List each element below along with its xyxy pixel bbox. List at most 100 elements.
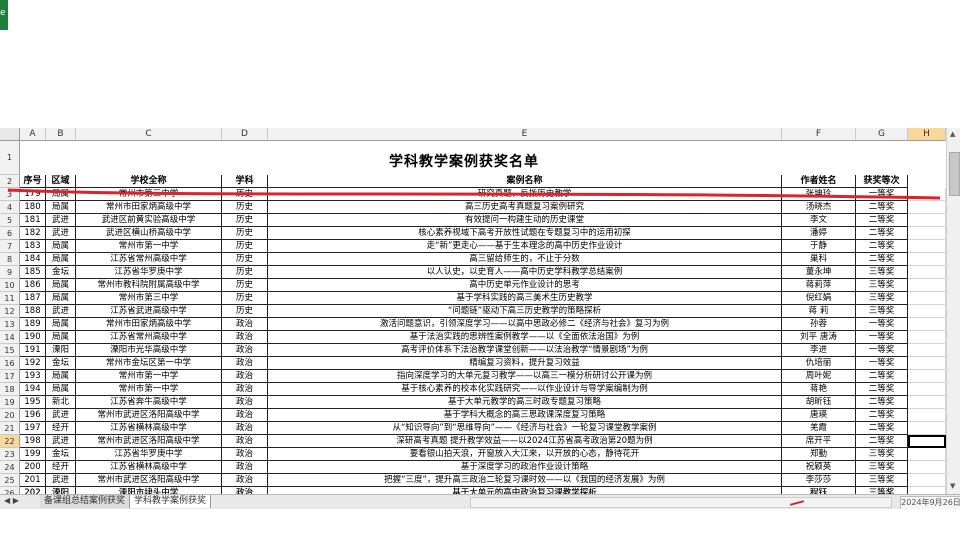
table-cell[interactable]: 193 <box>20 370 46 383</box>
table-cell[interactable]: 巢科 <box>782 253 856 266</box>
empty-cell[interactable] <box>908 227 946 240</box>
table-cell[interactable]: 三等奖 <box>856 305 908 318</box>
table-cell[interactable]: 二等奖 <box>856 214 908 227</box>
row-header[interactable]: 13 <box>0 318 20 331</box>
table-cell[interactable]: 一等奖 <box>856 331 908 344</box>
table-cell[interactable]: 二等奖 <box>856 253 908 266</box>
table-cell[interactable]: “问题链”驱动下高三历史教学的策略探析 <box>268 305 782 318</box>
table-cell[interactable]: 政治 <box>222 370 268 383</box>
row-header[interactable]: 7 <box>0 240 20 253</box>
column-title-cell[interactable]: 学科 <box>222 175 268 188</box>
vertical-scrollbar[interactable]: ▲ ▼ <box>946 128 960 494</box>
table-cell[interactable]: 李进 <box>782 344 856 357</box>
table-cell[interactable]: 191 <box>20 344 46 357</box>
table-cell[interactable]: 仇培丽 <box>782 357 856 370</box>
table-cell[interactable]: 二等奖 <box>856 240 908 253</box>
table-cell[interactable]: 基于学科实践的高三美术生历史教学 <box>268 292 782 305</box>
table-cell[interactable]: 董永坤 <box>782 266 856 279</box>
empty-cell[interactable] <box>908 318 946 331</box>
table-cell[interactable]: 政治 <box>222 344 268 357</box>
table-cell[interactable]: 184 <box>20 253 46 266</box>
table-cell[interactable]: 江苏省华罗庚中学 <box>76 266 222 279</box>
table-cell[interactable]: 197 <box>20 422 46 435</box>
table-cell[interactable]: 金坛 <box>46 448 76 461</box>
table-cell[interactable]: 183 <box>20 240 46 253</box>
row-header[interactable]: 3 <box>0 188 20 201</box>
row-header[interactable]: 23 <box>0 448 20 461</box>
table-cell[interactable]: 192 <box>20 357 46 370</box>
table-cell[interactable]: 研究真题，反拨历史教学 <box>268 188 782 201</box>
table-cell[interactable]: 189 <box>20 318 46 331</box>
table-cell[interactable]: 一等奖 <box>856 344 908 357</box>
table-cell[interactable]: 常州市田家炳高级中学 <box>76 318 222 331</box>
table-cell[interactable]: 江苏省武进高级中学 <box>76 305 222 318</box>
table-cell[interactable]: 187 <box>20 292 46 305</box>
table-cell[interactable]: 江苏省常州高级中学 <box>76 331 222 344</box>
table-cell[interactable]: 蒋艳 <box>782 383 856 396</box>
table-cell[interactable]: 历史 <box>222 188 268 201</box>
table-cell[interactable]: 金坛 <box>46 266 76 279</box>
table-cell[interactable]: 蒋莉萍 <box>782 279 856 292</box>
table-cell[interactable]: 武进 <box>46 409 76 422</box>
table-cell[interactable]: 基于深度学习的政治作业设计策略 <box>268 461 782 474</box>
table-cell[interactable]: 局属 <box>46 240 76 253</box>
table-cell[interactable]: 有效提问一构建生动的历史课堂 <box>268 214 782 227</box>
tab-sheet-2[interactable]: 学科教学案例获奖 <box>130 495 212 508</box>
column-title-cell[interactable]: 作者姓名 <box>782 175 856 188</box>
table-cell[interactable]: 羌霞 <box>782 422 856 435</box>
table-cell[interactable]: 溧阳市埭头中学 <box>76 487 222 494</box>
table-cell[interactable]: 常州市第一中学 <box>76 370 222 383</box>
empty-cell[interactable] <box>908 266 946 279</box>
table-cell[interactable]: 194 <box>20 383 46 396</box>
table-cell[interactable]: 局属 <box>46 201 76 214</box>
table-cell[interactable]: 政治 <box>222 331 268 344</box>
table-cell[interactable]: 李莎莎 <box>782 474 856 487</box>
table-cell[interactable]: 深研高考真题 提升教学效益——以2024江苏省高考政治第20题为例 <box>268 435 782 448</box>
table-cell[interactable]: 三等奖 <box>856 474 908 487</box>
table-cell[interactable]: 高三历史高考真题复习案例研究 <box>268 201 782 214</box>
row-header[interactable]: 6 <box>0 227 20 240</box>
table-cell[interactable]: 唐瑛 <box>782 409 856 422</box>
table-cell[interactable]: 181 <box>20 214 46 227</box>
table-cell[interactable]: 一等奖 <box>856 318 908 331</box>
table-cell[interactable]: 于静 <box>782 240 856 253</box>
row-header[interactable]: 19 <box>0 396 20 409</box>
table-cell[interactable]: 常州市第三中学 <box>76 292 222 305</box>
column-header[interactable]: F <box>782 128 856 141</box>
table-cell[interactable]: 江苏省常州高级中学 <box>76 253 222 266</box>
table-cell[interactable]: 局属 <box>46 279 76 292</box>
empty-cell[interactable] <box>908 253 946 266</box>
table-cell[interactable]: 常州市第一中学 <box>76 383 222 396</box>
table-cell[interactable]: 政治 <box>222 461 268 474</box>
empty-cell[interactable] <box>908 409 946 422</box>
horizontal-scrollbar[interactable] <box>470 497 892 508</box>
empty-cell[interactable] <box>908 214 946 227</box>
table-cell[interactable]: 倪红娟 <box>782 292 856 305</box>
row-header[interactable]: 26 <box>0 487 20 494</box>
table-cell[interactable]: 精编复习资料，提升复习效益 <box>268 357 782 370</box>
table-cell[interactable]: 基于法治实践的思辨性案例教学——以《全面依法治国》为例 <box>268 331 782 344</box>
table-cell[interactable]: 常州市武进区洛阳高级中学 <box>76 409 222 422</box>
row-header[interactable]: 5 <box>0 214 20 227</box>
table-cell[interactable]: 二等奖 <box>856 435 908 448</box>
table-cell[interactable]: 三等奖 <box>856 448 908 461</box>
table-cell[interactable]: 武进 <box>46 435 76 448</box>
table-cell[interactable]: 高三留给师生的，不止于分数 <box>268 253 782 266</box>
table-cell[interactable]: 武进 <box>46 305 76 318</box>
table-cell[interactable]: 历史 <box>222 227 268 240</box>
table-cell[interactable]: 182 <box>20 227 46 240</box>
table-cell[interactable]: 胡昕钰 <box>782 396 856 409</box>
table-cell[interactable]: 历史 <box>222 266 268 279</box>
table-cell[interactable]: 二等奖 <box>856 383 908 396</box>
row-header[interactable]: 16 <box>0 357 20 370</box>
empty-cell[interactable] <box>908 188 946 201</box>
table-cell[interactable]: 程钰 <box>782 487 856 494</box>
table-cell[interactable]: 政治 <box>222 318 268 331</box>
active-cell[interactable] <box>908 435 946 448</box>
table-cell[interactable]: 历史 <box>222 201 268 214</box>
column-title-cell[interactable]: 学校全称 <box>76 175 222 188</box>
row-header[interactable]: 20 <box>0 409 20 422</box>
empty-cell[interactable] <box>908 422 946 435</box>
table-cell[interactable]: 张坤玲 <box>782 188 856 201</box>
table-cell[interactable]: 走“新”更走心——基于生本理念的高中历史作业设计 <box>268 240 782 253</box>
